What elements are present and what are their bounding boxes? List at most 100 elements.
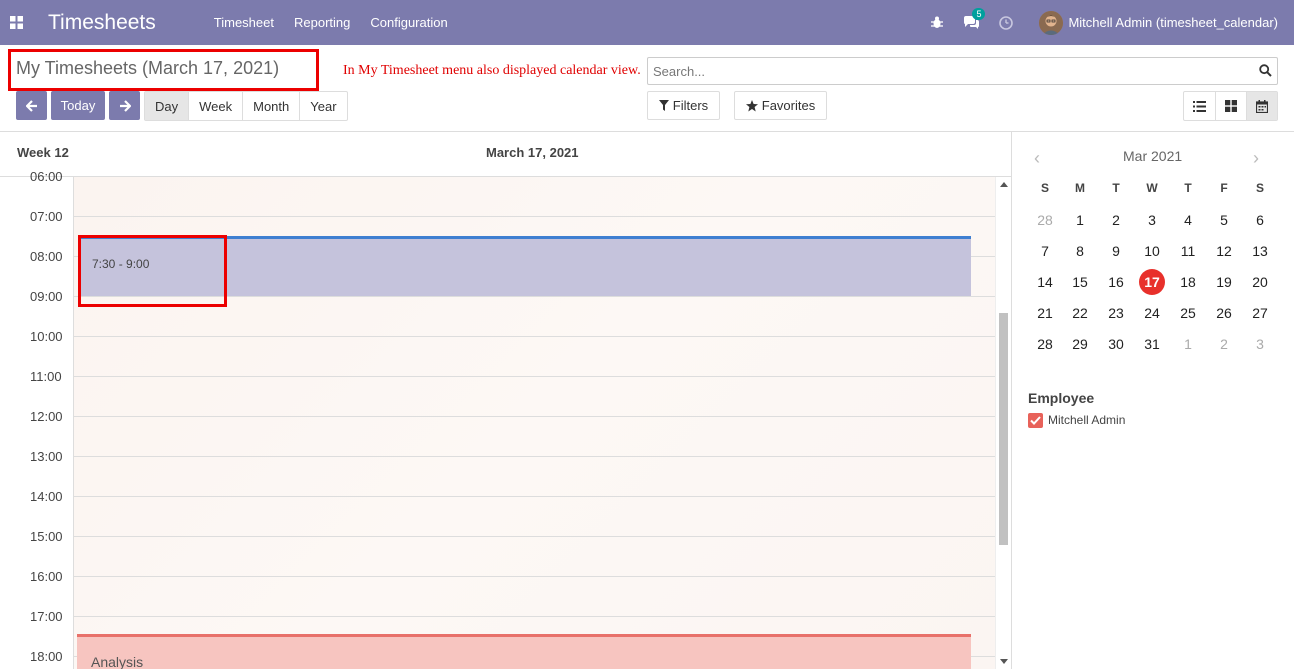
mini-day[interactable]: 18 xyxy=(1173,270,1203,294)
scale-year[interactable]: Year xyxy=(299,92,346,120)
hour-line xyxy=(74,216,995,217)
mini-day[interactable]: 3 xyxy=(1245,332,1275,356)
weekday-label: S xyxy=(1040,181,1049,195)
search-icon[interactable] xyxy=(1259,64,1272,80)
scroll-down-icon[interactable] xyxy=(1000,659,1008,664)
list-view-icon[interactable] xyxy=(1184,92,1215,120)
hour-line xyxy=(74,456,995,457)
time-label: 10:00 xyxy=(30,329,63,344)
mini-day[interactable]: 6 xyxy=(1245,208,1275,232)
time-axis: 06:00 07:00 08:00 09:00 10:00 11:00 12:0… xyxy=(0,169,74,669)
apps-icon[interactable] xyxy=(0,0,32,45)
chat-badge: 5 xyxy=(972,7,986,20)
scale-switcher: Day Week Month Year xyxy=(144,91,348,121)
mini-day[interactable]: 30 xyxy=(1101,332,1131,356)
employee-checkbox[interactable] xyxy=(1028,413,1043,428)
calendar-header: Week 12 March 17, 2021 xyxy=(0,132,1011,177)
mini-day[interactable]: 9 xyxy=(1101,239,1131,263)
weekday-label: W xyxy=(1146,181,1158,195)
check-icon xyxy=(1030,416,1041,425)
menu-reporting[interactable]: Reporting xyxy=(294,15,350,30)
star-icon xyxy=(745,99,758,111)
analysis-event[interactable] xyxy=(77,634,971,669)
today-button[interactable]: Today xyxy=(51,91,105,120)
calendar-view-icon[interactable] xyxy=(1246,92,1277,120)
navbar-systray: 5 Mitchell Admin (timesheet_calendar) xyxy=(911,0,1278,45)
mini-day[interactable]: 15 xyxy=(1065,270,1095,294)
calendar-main: Week 12 March 17, 2021 06:00 07:00 08:00… xyxy=(0,132,1011,669)
mini-day[interactable]: 2 xyxy=(1101,208,1131,232)
mini-day[interactable]: 28 xyxy=(1030,332,1060,356)
mini-day[interactable]: 4 xyxy=(1173,208,1203,232)
mini-day-today[interactable]: 17 xyxy=(1137,270,1167,294)
mini-day[interactable]: 22 xyxy=(1065,301,1095,325)
main-menu: Timesheet Reporting Configuration xyxy=(214,15,468,30)
mini-day[interactable]: 7 xyxy=(1030,239,1060,263)
next-button[interactable] xyxy=(109,91,140,120)
calendar-sidebar: ‹ Mar 2021 › S M T W T F S 28 1 2 3 4 5 … xyxy=(1012,132,1294,669)
kanban-view-icon[interactable] xyxy=(1215,92,1246,120)
view-switcher xyxy=(1183,91,1278,121)
mini-day[interactable]: 10 xyxy=(1137,239,1167,263)
mini-day[interactable]: 23 xyxy=(1101,301,1131,325)
mini-day[interactable]: 27 xyxy=(1245,301,1275,325)
filters-label: Filters xyxy=(672,98,709,113)
mini-day[interactable]: 5 xyxy=(1209,208,1239,232)
mini-day[interactable]: 26 xyxy=(1209,301,1239,325)
app-brand[interactable]: Timesheets xyxy=(48,11,156,35)
calendar-scrollbar[interactable] xyxy=(995,177,1011,669)
mini-day[interactable]: 13 xyxy=(1245,239,1275,263)
clock-icon[interactable] xyxy=(999,15,1014,30)
time-label: 07:00 xyxy=(30,209,63,224)
employee-filter-title: Employee xyxy=(1028,390,1095,406)
mini-day[interactable]: 12 xyxy=(1209,239,1239,263)
annotation-text: In My Timesheet menu also displayed cale… xyxy=(343,63,641,78)
mini-day[interactable]: 2 xyxy=(1209,332,1239,356)
menu-timesheet[interactable]: Timesheet xyxy=(214,15,274,30)
mini-day[interactable]: 20 xyxy=(1245,270,1275,294)
scroll-thumb[interactable] xyxy=(999,313,1008,545)
mini-day[interactable]: 19 xyxy=(1209,270,1239,294)
arrow-left-icon xyxy=(25,99,37,112)
time-label: 09:00 xyxy=(30,289,63,304)
favorites-button[interactable]: Favorites xyxy=(734,91,827,120)
filters-button[interactable]: Filters xyxy=(647,91,720,120)
mini-day[interactable]: 28 xyxy=(1030,208,1060,232)
mini-day[interactable]: 31 xyxy=(1137,332,1167,356)
mini-day[interactable]: 21 xyxy=(1030,301,1060,325)
weekday-label: T xyxy=(1112,181,1120,195)
scale-week[interactable]: Week xyxy=(188,92,242,120)
chevron-right-icon[interactable]: › xyxy=(1253,148,1259,169)
chevron-left-icon[interactable]: ‹ xyxy=(1034,148,1040,169)
user-menu[interactable]: Mitchell Admin (timesheet_calendar) xyxy=(1068,15,1278,30)
hour-line xyxy=(74,416,995,417)
mini-day[interactable]: 1 xyxy=(1065,208,1095,232)
mini-day[interactable]: 29 xyxy=(1065,332,1095,356)
hour-line xyxy=(74,576,995,577)
mini-day[interactable]: 1 xyxy=(1173,332,1203,356)
mini-day[interactable]: 11 xyxy=(1173,239,1203,263)
search-input[interactable] xyxy=(648,58,1238,84)
time-label: 16:00 xyxy=(30,569,63,584)
scroll-up-icon[interactable] xyxy=(1000,182,1008,187)
mini-day[interactable]: 8 xyxy=(1065,239,1095,263)
time-label: 13:00 xyxy=(30,449,63,464)
user-avatar[interactable] xyxy=(1039,10,1064,35)
employee-filter-label[interactable]: Mitchell Admin xyxy=(1048,413,1125,427)
day-header: March 17, 2021 xyxy=(486,145,579,160)
prev-button[interactable] xyxy=(16,91,47,120)
filter-icon xyxy=(658,100,669,111)
menu-configuration[interactable]: Configuration xyxy=(370,15,447,30)
mini-day[interactable]: 14 xyxy=(1030,270,1060,294)
bug-icon[interactable] xyxy=(931,16,944,29)
hour-line xyxy=(74,616,995,617)
scale-day[interactable]: Day xyxy=(145,92,189,120)
chat-icon[interactable]: 5 xyxy=(963,7,986,30)
mini-day[interactable]: 24 xyxy=(1137,301,1167,325)
scale-month[interactable]: Month xyxy=(242,92,299,120)
mini-day[interactable]: 3 xyxy=(1137,208,1167,232)
search-bar xyxy=(647,57,1278,85)
mini-day[interactable]: 25 xyxy=(1173,301,1203,325)
mini-day[interactable]: 16 xyxy=(1101,270,1131,294)
weekday-label: F xyxy=(1220,181,1228,195)
